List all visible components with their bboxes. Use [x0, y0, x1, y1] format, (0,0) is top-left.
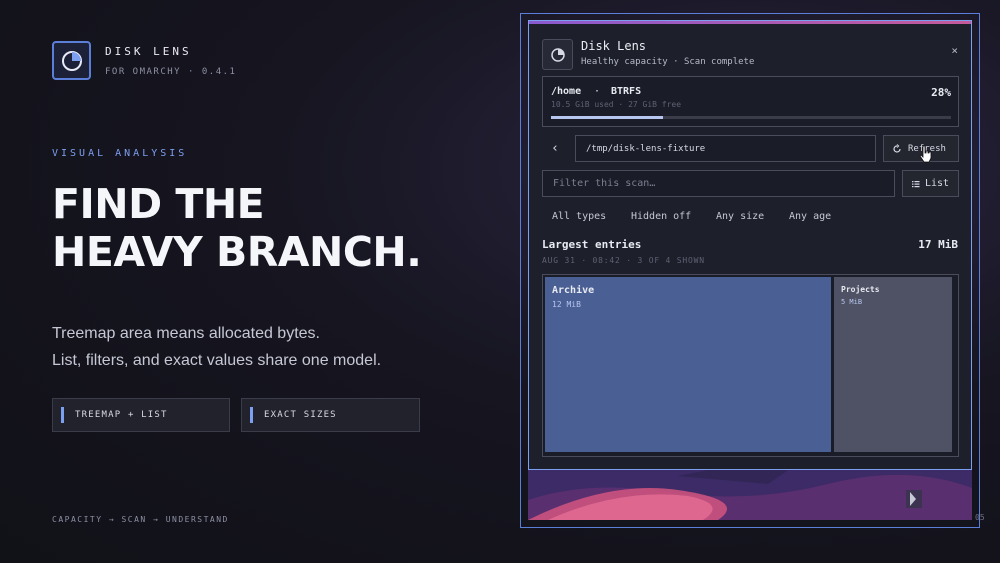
disk-mount: /home	[551, 86, 582, 97]
footer-tagline: CAPACITY → SCAN → UNDERSTAND	[52, 515, 229, 524]
headline-line: HEAVY BRANCH.	[52, 228, 422, 276]
section-total: 17 MiB	[918, 238, 958, 251]
pill-label: TREEMAP + LIST	[75, 410, 168, 420]
disk-pie-icon	[52, 41, 91, 80]
treemap-tile-projects[interactable]: Projects 5 MiB	[834, 277, 952, 452]
pill-label: EXACT SIZES	[264, 410, 337, 420]
tile-size: 12 MiB	[552, 300, 581, 309]
disk-lens-window: Disk Lens Healthy capacity · Scan comple…	[528, 20, 972, 470]
refresh-icon	[893, 143, 901, 153]
close-icon[interactable]: ×	[951, 44, 958, 57]
disk-usage-fill	[551, 116, 663, 119]
window-accent-bar	[529, 21, 971, 24]
treemap: Archive 12 MiB Projects 5 MiB	[542, 274, 959, 457]
description-line: List, filters, and exact values share on…	[52, 352, 382, 369]
disk-filesystem: BTRFS	[611, 86, 642, 97]
list-view-button[interactable]: List	[902, 170, 959, 197]
path-input[interactable]: /tmp/disk-lens-fixture	[575, 135, 876, 162]
headline-line: FIND THE	[52, 180, 265, 228]
description-line: Treemap area means allocated bytes.	[52, 325, 320, 342]
disk-usage: 10.5 GiB used · 27 GiB free	[551, 100, 682, 109]
description: Treemap area means allocated bytes. List…	[52, 320, 381, 374]
feature-pill-treemap: TREEMAP + LIST	[52, 398, 230, 432]
filter-chip-hidden[interactable]: Hidden off	[631, 211, 691, 222]
filter-chip-type[interactable]: All types	[552, 211, 606, 222]
pill-accent	[250, 407, 253, 423]
app-status: Healthy capacity · Scan complete	[581, 57, 755, 67]
list-icon	[911, 180, 920, 187]
back-button[interactable]: ‹	[542, 135, 568, 162]
list-label: List	[924, 178, 950, 189]
disk-capacity-card: /home · BTRFS 10.5 GiB used · 27 GiB fre…	[542, 76, 959, 127]
section-meta: AUG 31 · 08:42 · 3 OF 4 SHOWN	[542, 256, 705, 265]
disk-percent: 28%	[931, 86, 951, 99]
brand-name: DISK LENS	[105, 44, 192, 58]
filter-chip-age[interactable]: Any age	[789, 211, 831, 222]
disk-separator: ·	[594, 86, 601, 97]
filter-input[interactable]: Filter this scan…	[542, 170, 895, 197]
tile-size: 5 MiB	[841, 298, 863, 306]
brand-subtitle: FOR OMARCHY · 0.4.1	[105, 66, 237, 77]
app-title: Disk Lens	[581, 39, 647, 53]
eyebrow: VISUAL ANALYSIS	[52, 148, 188, 159]
disk-usage-bar	[551, 116, 951, 119]
headline: FIND THE HEAVY BRANCH.	[52, 180, 422, 276]
hand-cursor-icon	[919, 145, 932, 163]
version-fragment: 05	[975, 513, 985, 522]
disk-pie-icon	[542, 39, 573, 70]
brand: DISK LENS FOR OMARCHY · 0.4.1	[52, 41, 236, 80]
tile-name: Archive	[552, 285, 595, 296]
pill-accent	[61, 407, 64, 423]
treemap-tile-archive[interactable]: Archive 12 MiB	[545, 277, 831, 452]
feature-pill-sizes: EXACT SIZES	[241, 398, 420, 432]
section-title: Largest entries	[542, 238, 642, 251]
wallpaper-preview	[528, 470, 972, 520]
tile-name: Projects	[841, 285, 880, 294]
filter-chip-size[interactable]: Any size	[716, 211, 764, 222]
